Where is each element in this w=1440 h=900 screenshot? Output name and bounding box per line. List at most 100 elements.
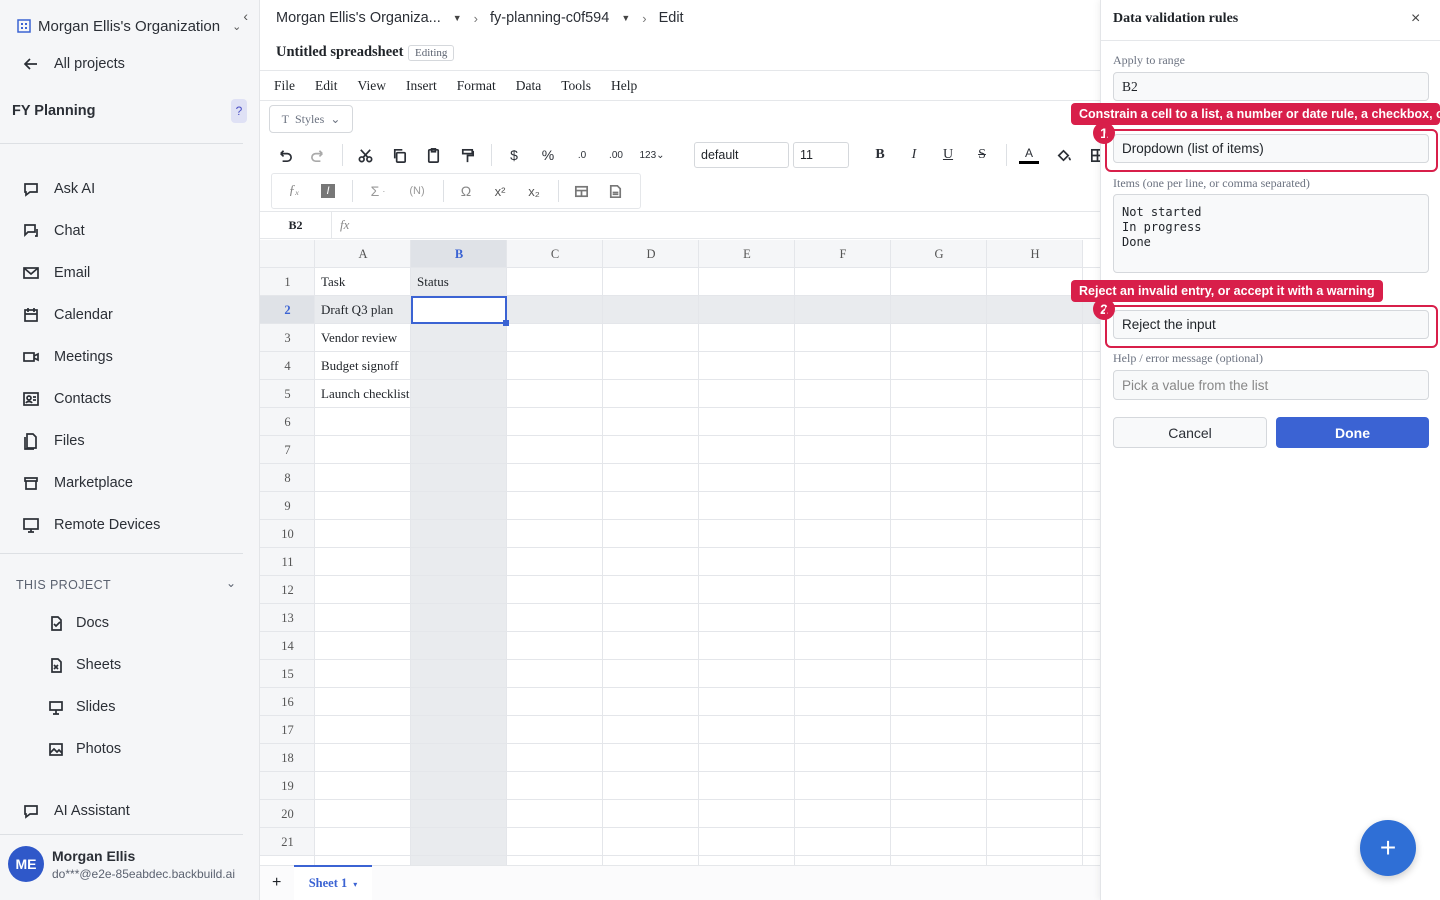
chevron-down-icon[interactable]: ⌄ <box>226 576 236 590</box>
project-item-docs[interactable]: Docs <box>48 615 109 631</box>
menu-data[interactable]: Data <box>516 78 541 94</box>
row-header[interactable]: 8 <box>260 464 315 492</box>
breadcrumb-project[interactable]: fy-planning-c0f594 <box>490 10 609 26</box>
cell-a1[interactable]: Task <box>315 268 415 296</box>
cell-reference[interactable]: B2 <box>260 212 332 239</box>
row-header[interactable]: 4 <box>260 352 315 380</box>
project-item-slides[interactable]: Slides <box>48 699 116 715</box>
collapse-sidebar-icon[interactable]: ‹ <box>243 8 248 24</box>
row-header[interactable]: 12 <box>260 576 315 604</box>
copy-button[interactable] <box>383 141 415 169</box>
column-header-b[interactable]: B <box>411 240 507 268</box>
row-header[interactable]: 2 <box>260 296 315 324</box>
selected-cell[interactable] <box>411 296 507 324</box>
insert-table-button[interactable] <box>565 177 597 205</box>
project-item-photos[interactable]: Photos <box>48 741 121 757</box>
superscript-icon[interactable]: x² <box>484 177 516 205</box>
menu-edit[interactable]: Edit <box>315 78 338 94</box>
menu-file[interactable]: File <box>274 78 295 94</box>
column-header-g[interactable]: G <box>891 240 987 268</box>
font-size-input[interactable]: 11 <box>793 142 849 168</box>
cell-a2[interactable]: Draft Q3 plan <box>315 296 415 324</box>
cut-button[interactable] <box>349 141 381 169</box>
row-header[interactable]: 9 <box>260 492 315 520</box>
ai-assistant-link[interactable]: AI Assistant <box>22 802 130 820</box>
row-header[interactable]: 6 <box>260 408 315 436</box>
caret-down-icon[interactable]: ▾ <box>353 879 357 889</box>
floating-add-button[interactable]: + <box>1360 820 1416 876</box>
project-item-sheets[interactable]: Sheets <box>48 657 121 673</box>
caret-down-icon[interactable]: ▼ <box>621 13 630 23</box>
done-button[interactable]: Done <box>1276 417 1429 448</box>
sidebar-item-contacts[interactable]: Contacts <box>22 390 111 408</box>
column-header-e[interactable]: E <box>699 240 795 268</box>
bold-button[interactable]: B <box>864 141 896 169</box>
sidebar-item-files[interactable]: Files <box>22 432 85 450</box>
row-header[interactable]: 17 <box>260 716 315 744</box>
help-icon[interactable]: ? <box>231 99 247 123</box>
subscript-icon[interactable]: x₂ <box>518 177 550 205</box>
row-header[interactable]: 21 <box>260 828 315 856</box>
sidebar-item-ask-ai[interactable]: Ask AI <box>22 180 95 198</box>
org-switcher[interactable]: Morgan Ellis's Organization ⌄ ‹ <box>16 8 248 38</box>
paste-button[interactable] <box>417 141 449 169</box>
range-input[interactable]: B2 <box>1113 72 1429 101</box>
row-header[interactable]: 19 <box>260 772 315 800</box>
row-header[interactable]: 18 <box>260 744 315 772</box>
styles-dropdown[interactable]: T Styles ⌄ <box>269 105 353 133</box>
number-format-dropdown[interactable]: 123 ⌄ <box>634 141 670 169</box>
help-message-input[interactable]: Pick a value from the list <box>1113 370 1429 400</box>
sidebar-item-chat[interactable]: Chat <box>22 222 85 240</box>
cancel-button[interactable]: Cancel <box>1113 417 1267 448</box>
percent-button[interactable]: % <box>532 141 564 169</box>
column-header-c[interactable]: C <box>507 240 603 268</box>
italic-block-icon[interactable]: I <box>312 177 344 205</box>
row-header[interactable]: 7 <box>260 436 315 464</box>
row-header[interactable]: 10 <box>260 520 315 548</box>
add-sheet-button[interactable]: + <box>272 874 281 892</box>
strikethrough-button[interactable]: S <box>966 141 998 169</box>
column-header-a[interactable]: A <box>315 240 411 268</box>
function-icon[interactable]: ƒₓ <box>278 177 310 205</box>
currency-button[interactable]: $ <box>498 141 530 169</box>
breadcrumb-org[interactable]: Morgan Ellis's Organiza... <box>276 10 441 26</box>
italic-button[interactable]: I <box>898 141 930 169</box>
cell-b1[interactable]: Status <box>411 268 507 296</box>
row-header[interactable]: 13 <box>260 604 315 632</box>
underline-button[interactable]: U <box>932 141 964 169</box>
increase-decimal-button[interactable]: .00 <box>600 141 632 169</box>
all-projects-link[interactable]: All projects <box>22 55 125 73</box>
menu-tools[interactable]: Tools <box>561 78 591 94</box>
fill-handle[interactable] <box>503 320 509 326</box>
row-header[interactable]: 11 <box>260 548 315 576</box>
undo-button[interactable] <box>268 141 300 169</box>
cell-a3[interactable]: Vendor review <box>315 324 415 352</box>
items-textarea[interactable]: Not started In progress Done <box>1113 194 1429 273</box>
sheet-tab[interactable]: Sheet 1 ▾ <box>294 865 372 900</box>
named-range-button[interactable]: (N) <box>399 177 435 205</box>
sidebar-item-remote-devices[interactable]: Remote Devices <box>22 516 160 534</box>
sidebar-item-marketplace[interactable]: Marketplace <box>22 474 133 492</box>
row-header[interactable]: 3 <box>260 324 315 352</box>
column-header-d[interactable]: D <box>603 240 699 268</box>
row-header[interactable]: 20 <box>260 800 315 828</box>
menu-format[interactable]: Format <box>457 78 496 94</box>
text-color-button[interactable]: A <box>1013 141 1045 169</box>
decrease-decimal-button[interactable]: .0 <box>566 141 598 169</box>
sidebar-item-email[interactable]: Email <box>22 264 90 282</box>
row-header[interactable]: 1 <box>260 268 315 296</box>
cell-a4[interactable]: Budget signoff <box>315 352 415 380</box>
sidebar-item-calendar[interactable]: Calendar <box>22 306 113 324</box>
fill-color-button[interactable] <box>1047 141 1079 169</box>
note-button[interactable] <box>599 177 631 205</box>
close-icon[interactable]: × <box>1411 10 1420 28</box>
font-family-input[interactable]: default <box>694 142 789 168</box>
column-header-h[interactable]: H <box>987 240 1083 268</box>
menu-view[interactable]: View <box>358 78 386 94</box>
sidebar-item-meetings[interactable]: Meetings <box>22 348 113 366</box>
select-all-corner[interactable] <box>260 240 315 268</box>
menu-insert[interactable]: Insert <box>406 78 437 94</box>
doc-title[interactable]: Untitled spreadsheet <box>276 44 403 61</box>
row-header[interactable]: 16 <box>260 688 315 716</box>
paint-format-button[interactable] <box>451 141 483 169</box>
